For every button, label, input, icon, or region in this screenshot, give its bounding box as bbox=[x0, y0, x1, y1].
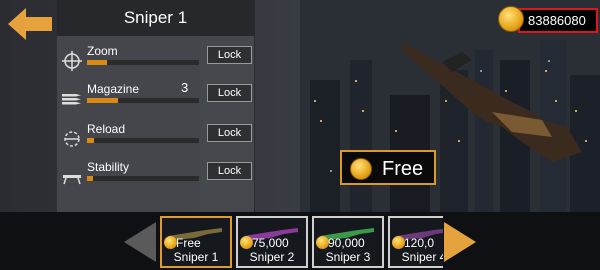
weapon-price: 90,000 bbox=[328, 236, 365, 250]
stat-bar-fill bbox=[87, 138, 94, 143]
stat-zoom: Zoom Lock bbox=[57, 44, 255, 80]
weapon-stats-panel: Sniper 1 Zoom Lock Magazine 3 Lock Reloa… bbox=[57, 0, 255, 212]
stat-bar-fill bbox=[87, 60, 108, 65]
stat-reload: Reload Lock bbox=[57, 122, 255, 158]
weapon-card-2[interactable]: 75,000 Sniper 2 bbox=[236, 216, 308, 268]
weapon-price: 75,000 bbox=[252, 236, 289, 250]
coin-icon bbox=[498, 6, 524, 32]
free-unlock-button[interactable]: Free bbox=[340, 150, 436, 185]
stat-label: Magazine bbox=[87, 82, 140, 96]
coin-amount: 83886080 bbox=[518, 8, 598, 33]
weapon-name: Sniper 1 bbox=[173, 250, 219, 264]
bullets-icon bbox=[62, 94, 81, 105]
next-arrow-button[interactable] bbox=[444, 222, 476, 262]
stat-bar bbox=[87, 138, 199, 143]
stat-bar bbox=[87, 98, 199, 103]
bipod-icon bbox=[63, 175, 81, 185]
stat-label: Stability bbox=[87, 160, 130, 174]
stat-value: 3 bbox=[181, 80, 189, 95]
coin-icon bbox=[350, 158, 372, 180]
previous-arrow-button[interactable] bbox=[124, 222, 156, 262]
weapon-card-list: Free Sniper 1 75,000 Sniper 2 90,000 Sni… bbox=[158, 216, 443, 268]
weapon-price: 120,0 bbox=[404, 236, 435, 250]
stat-bar bbox=[87, 176, 199, 181]
stat-bar-fill bbox=[87, 98, 119, 103]
sniper-rifle-image bbox=[402, 42, 582, 162]
stat-bar-fill bbox=[87, 176, 93, 181]
lock-button-stability[interactable]: Lock bbox=[207, 162, 252, 180]
crosshair-icon bbox=[62, 51, 82, 71]
weapon-card-3[interactable]: 90,000 Sniper 3 bbox=[312, 216, 384, 268]
stat-bar bbox=[87, 60, 199, 65]
stat-label: Reload bbox=[87, 122, 126, 136]
stat-magazine: Magazine 3 Lock bbox=[57, 80, 255, 118]
coin-balance: 83886080 bbox=[498, 6, 598, 36]
weapon-name: Sniper 3 bbox=[325, 250, 371, 264]
lock-button-magazine[interactable]: Lock bbox=[207, 84, 252, 102]
weapon-card-4[interactable]: 120,0 Sniper 4 bbox=[388, 216, 443, 268]
weapon-card-1[interactable]: Free Sniper 1 bbox=[160, 216, 232, 268]
reload-icon bbox=[64, 131, 80, 147]
lock-button-zoom[interactable]: Lock bbox=[207, 46, 252, 64]
weapon-name: Sniper 4 bbox=[401, 250, 443, 264]
weapon-name: Sniper 2 bbox=[249, 250, 295, 264]
stat-label: Zoom bbox=[87, 44, 118, 58]
weapon-title: Sniper 1 bbox=[57, 0, 254, 36]
back-arrow-button[interactable] bbox=[8, 6, 52, 42]
stat-stability: Stability Lock bbox=[57, 160, 255, 196]
free-label: Free bbox=[382, 158, 424, 180]
weapon-price: Free bbox=[176, 236, 201, 250]
lock-button-reload[interactable]: Lock bbox=[207, 124, 252, 142]
